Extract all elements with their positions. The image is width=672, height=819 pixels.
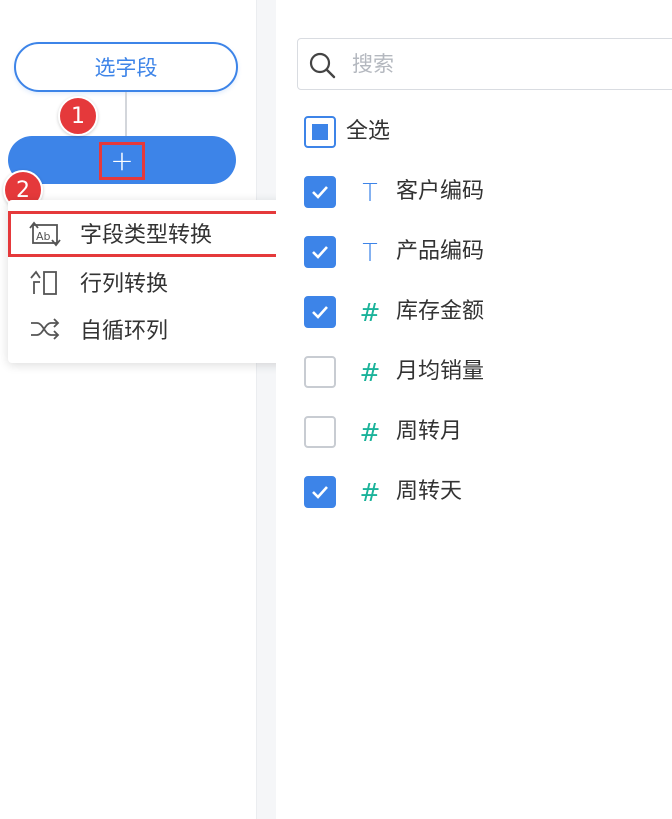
field-row[interactable]: T 产品编码 <box>304 234 604 270</box>
menu-item-self-loop-column[interactable]: 自循环列 <box>8 306 288 352</box>
checkmark-icon <box>312 306 328 319</box>
checkmark-icon <box>312 186 328 199</box>
field-checkbox[interactable] <box>304 356 336 388</box>
number-type-icon: # <box>359 477 381 507</box>
text-type-icon: T <box>362 177 378 207</box>
number-type-icon: # <box>359 417 381 447</box>
select-all-checkbox[interactable] <box>304 116 336 148</box>
text-type-icon: T <box>362 237 378 267</box>
step-badge-1: 1 <box>58 96 98 136</box>
field-checkbox[interactable] <box>304 476 336 508</box>
field-row[interactable]: T 客户编码 <box>304 174 604 210</box>
menu-item-type-convert[interactable]: Ab 字段类型转换 <box>8 210 288 256</box>
checkmark-icon <box>312 246 328 259</box>
svg-text:Ab: Ab <box>36 230 51 243</box>
flow-connector-line <box>125 92 127 136</box>
search-box[interactable] <box>297 38 672 90</box>
field-label: 周转天 <box>396 479 463 504</box>
menu-item-row-column-transpose[interactable]: 行列转换 <box>8 259 288 305</box>
field-checkbox[interactable] <box>304 416 336 448</box>
select-fields-node-label: 选字段 <box>94 56 158 80</box>
field-checkbox[interactable] <box>304 236 336 268</box>
field-checkbox[interactable] <box>304 176 336 208</box>
menu-item-label: 字段类型转换 <box>80 223 213 248</box>
search-icon <box>308 51 336 79</box>
flow-panel: 选字段 + 1 2 <box>0 0 256 819</box>
menu-item-label: 行列转换 <box>80 272 169 297</box>
field-label: 月均销量 <box>396 359 485 384</box>
row-column-transpose-icon <box>28 268 62 296</box>
field-row[interactable]: # 库存金额 <box>304 294 604 330</box>
field-label: 产品编码 <box>396 239 485 264</box>
field-label: 库存金额 <box>396 299 485 324</box>
plus-icon: + <box>110 144 134 177</box>
select-all-row[interactable]: 全选 <box>304 114 604 150</box>
panel-divider[interactable] <box>256 0 276 819</box>
search-input[interactable] <box>352 47 672 81</box>
menu-item-label: 自循环列 <box>80 319 169 344</box>
field-row[interactable]: # 周转月 <box>304 414 604 450</box>
type-convert-icon: Ab <box>28 219 62 247</box>
field-label: 周转月 <box>396 419 463 444</box>
self-loop-shuffle-icon <box>28 315 62 343</box>
select-all-label: 全选 <box>346 119 391 144</box>
field-label: 客户编码 <box>396 179 485 204</box>
field-selection-panel: 全选 T 客户编码 T 产品编码 # 库存金额 # 月均销量 # 周转月 <box>276 18 672 819</box>
select-fields-node[interactable]: 选字段 <box>14 42 238 92</box>
field-row[interactable]: # 月均销量 <box>304 354 604 390</box>
number-type-icon: # <box>359 297 381 327</box>
number-type-icon: # <box>359 357 381 387</box>
field-row[interactable]: # 周转天 <box>304 474 604 510</box>
add-step-dropdown-menu: Ab 字段类型转换 行列转换 自循环列 <box>8 200 288 363</box>
checkmark-icon <box>312 486 328 499</box>
field-checkbox[interactable] <box>304 296 336 328</box>
add-step-button[interactable]: + <box>99 142 145 180</box>
